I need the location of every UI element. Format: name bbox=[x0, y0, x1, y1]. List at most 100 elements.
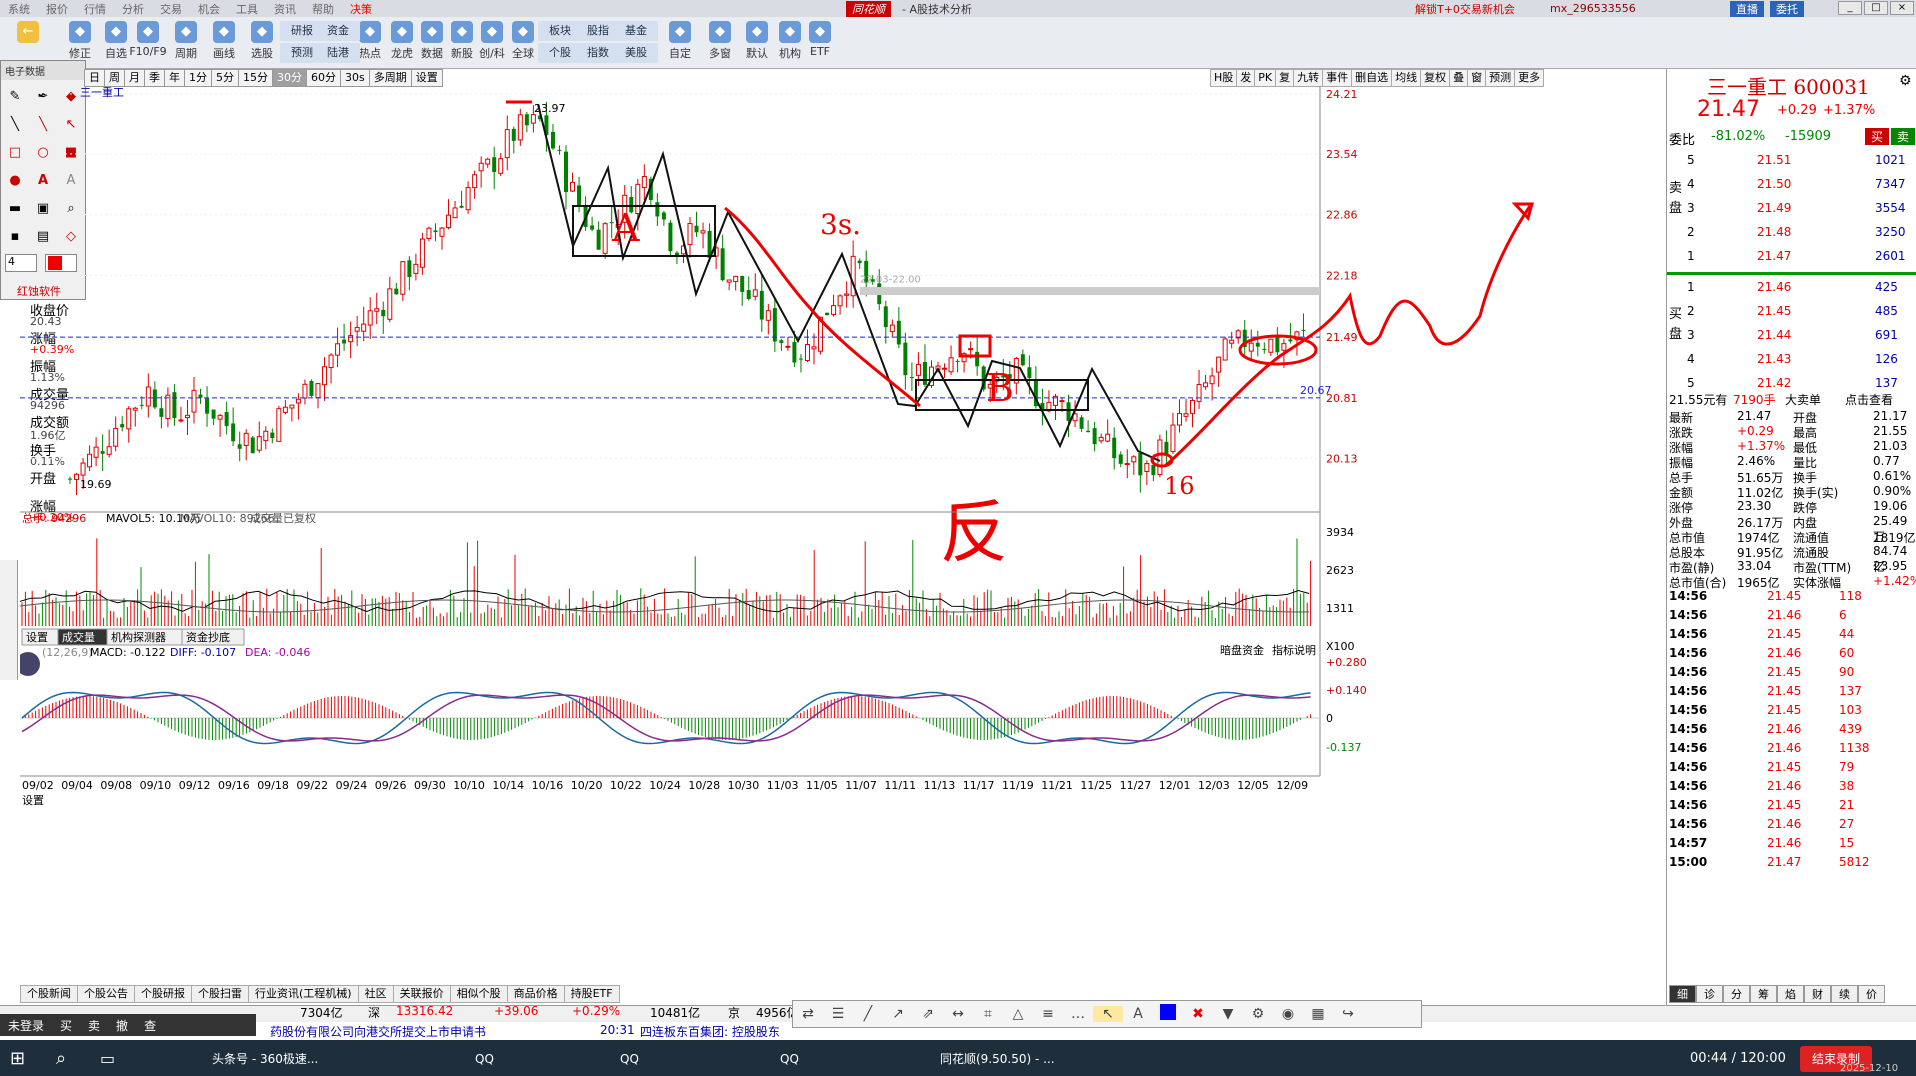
menu-item[interactable]: 工具 bbox=[228, 1, 266, 17]
trade-action[interactable]: 撤 bbox=[108, 1017, 136, 1034]
chart-tool-tab[interactable]: 更多 bbox=[1514, 69, 1545, 87]
eye-tool-icon[interactable]: ◉ bbox=[1273, 1006, 1303, 1022]
quote-tab[interactable]: 焰 bbox=[1777, 985, 1804, 1003]
menu-item[interactable]: 交易 bbox=[152, 1, 190, 17]
menu-item[interactable]: 资讯 bbox=[266, 1, 304, 17]
chart-tool-tab[interactable]: 九转 bbox=[1293, 69, 1324, 87]
news-headline[interactable]: 四连板东百集团: 控股股东 bbox=[640, 1023, 780, 1040]
trade-action[interactable]: 卖 bbox=[80, 1017, 108, 1034]
bid-price[interactable]: 21.43 bbox=[1757, 352, 1791, 366]
trust-button[interactable]: 委托 bbox=[1770, 1, 1804, 17]
bid-price[interactable]: 21.46 bbox=[1757, 280, 1791, 294]
period-tab[interactable]: 1分 bbox=[184, 69, 212, 87]
bottom-tab[interactable]: 社区 bbox=[357, 985, 394, 1003]
more-tool-icon[interactable]: … bbox=[1063, 1006, 1093, 1022]
kline-chart[interactable]: 24.2123.5422.8622.1821.4920.8120.13三一重工2… bbox=[20, 86, 1670, 986]
menu-item[interactable]: 行情 bbox=[76, 1, 114, 17]
search-icon[interactable]: ⌕ bbox=[56, 1046, 66, 1072]
settings-tab[interactable]: 设置 bbox=[22, 794, 44, 807]
maximize-button[interactable]: □ bbox=[1864, 1, 1888, 15]
period-tab[interactable]: 15分 bbox=[238, 69, 273, 87]
close-button[interactable]: × bbox=[1890, 1, 1914, 15]
bottom-tab[interactable]: 个股扫雷 bbox=[191, 985, 249, 1003]
line-tool-icon[interactable]: ╱ bbox=[853, 1006, 883, 1022]
period-tab[interactable]: 30s bbox=[340, 69, 370, 87]
chart-tool-tab[interactable]: 事件 bbox=[1322, 69, 1353, 87]
ask-price[interactable]: 21.49 bbox=[1757, 201, 1791, 215]
toolbar-pair[interactable]: 基金 美股 bbox=[614, 21, 658, 65]
period-tab[interactable]: 设置 bbox=[410, 69, 443, 87]
indicator-right-tab[interactable]: 指标说明 bbox=[1272, 643, 1316, 657]
bottom-tab[interactable]: 关联报价 bbox=[392, 985, 451, 1003]
chart-tool-tab[interactable]: 删自选 bbox=[1351, 69, 1393, 87]
taskbar-app[interactable]: 同花顺(9.50.50) - ... bbox=[940, 1046, 1055, 1072]
buy-button[interactable]: 买 bbox=[1865, 128, 1889, 145]
click-view-link[interactable]: 点击查看 bbox=[1845, 391, 1893, 408]
ask-price[interactable]: 21.50 bbox=[1757, 177, 1791, 191]
toolbar-button[interactable]: ◆ ETF bbox=[800, 19, 840, 67]
quote-tab[interactable]: 分 bbox=[1723, 985, 1750, 1003]
bottom-tab[interactable]: 持股ETF bbox=[563, 985, 620, 1003]
menu-item[interactable]: 报价 bbox=[38, 1, 76, 17]
toolbar-button[interactable]: ◆ 选股 bbox=[242, 19, 282, 67]
segment-tool-icon[interactable]: ⇗ bbox=[913, 1006, 943, 1022]
delete-tool-icon[interactable]: ✖ bbox=[1183, 1006, 1213, 1022]
menu-item[interactable]: 帮助 bbox=[304, 1, 342, 17]
chart-tool-tab[interactable]: 复权 bbox=[1420, 69, 1451, 87]
macd-toggle-icon[interactable] bbox=[20, 652, 40, 676]
bottom-tab[interactable]: 行业资讯(工程机械) bbox=[248, 985, 359, 1003]
grid-tool-icon[interactable]: ▦ bbox=[1303, 1006, 1333, 1022]
taskbar-app[interactable]: 头条号 - 360极速... bbox=[212, 1046, 318, 1072]
period-tab[interactable]: 季 bbox=[144, 69, 165, 87]
taskbar-app[interactable]: QQ bbox=[620, 1046, 639, 1072]
hline-tool-icon[interactable]: ↔ bbox=[943, 1006, 973, 1022]
live-button[interactable]: 直播 bbox=[1730, 1, 1764, 17]
cursor-tool-icon[interactable]: ↖ bbox=[1093, 1006, 1123, 1022]
indicator-tab[interactable]: 机构探测器 bbox=[111, 630, 166, 644]
gear-icon[interactable]: ⚙ bbox=[1899, 73, 1912, 89]
triangle-tool-icon[interactable]: △ bbox=[1003, 1006, 1033, 1022]
ray-tool-icon[interactable]: ↗ bbox=[883, 1006, 913, 1022]
menu-item[interactable]: 机会 bbox=[190, 1, 228, 17]
bid-price[interactable]: 21.42 bbox=[1757, 376, 1791, 390]
indicator-right-tab[interactable]: 暗盘资金 bbox=[1220, 643, 1264, 657]
mark-tool-icon[interactable]: ▼ bbox=[1213, 1006, 1243, 1022]
chart-tool-tab[interactable]: PK bbox=[1254, 69, 1277, 87]
windows-start-icon[interactable]: ⊞ bbox=[10, 1046, 25, 1072]
bid-price[interactable]: 21.44 bbox=[1757, 328, 1791, 342]
toolbar-pair-label[interactable]: 美股 bbox=[614, 43, 658, 63]
quote-tab[interactable]: 续 bbox=[1831, 985, 1858, 1003]
taskview-icon[interactable]: ▭ bbox=[100, 1046, 115, 1072]
taskbar-app[interactable]: QQ bbox=[475, 1046, 494, 1072]
menu-item[interactable]: 系统 bbox=[0, 1, 38, 17]
ask-price[interactable]: 21.48 bbox=[1757, 225, 1791, 239]
period-tab[interactable]: 60分 bbox=[306, 69, 341, 87]
toolbar-pair-label[interactable]: 资金 bbox=[316, 21, 360, 41]
toolbar-button[interactable]: ◆ 自定 bbox=[660, 19, 700, 67]
taskbar-app[interactable]: QQ bbox=[780, 1046, 799, 1072]
toolbar-button[interactable]: ◆ F10/F9 bbox=[128, 19, 168, 67]
toolbar-pair[interactable]: 资金 陆港 bbox=[316, 21, 360, 65]
trade-action[interactable]: 查 bbox=[136, 1017, 164, 1034]
menu-item[interactable]: 分析 bbox=[114, 1, 152, 17]
trade-action[interactable]: 买 bbox=[52, 1017, 80, 1034]
quote-tab[interactable]: 细 bbox=[1669, 985, 1696, 1003]
bottom-tab[interactable]: 相似个股 bbox=[449, 985, 508, 1003]
ask-price[interactable]: 21.51 bbox=[1757, 153, 1791, 167]
list-icon[interactable]: ☰ bbox=[823, 1006, 853, 1022]
promo-link[interactable]: 解锁T+0交易新机会 bbox=[1415, 1, 1515, 17]
period-tab[interactable]: 多周期 bbox=[368, 69, 412, 87]
settings-tool-icon[interactable]: ⚙ bbox=[1243, 1006, 1273, 1022]
chart-tool-tab[interactable]: 均线 bbox=[1391, 69, 1422, 87]
bottom-tab[interactable]: 个股公告 bbox=[77, 985, 135, 1003]
share-tool-icon[interactable]: ↪ bbox=[1333, 1006, 1363, 1022]
period-tab[interactable]: 周 bbox=[104, 69, 125, 87]
indicator-tab[interactable]: 设置 bbox=[26, 631, 48, 644]
chart-tool-tab[interactable]: 窗 bbox=[1467, 69, 1487, 87]
toolbar-pair-label[interactable]: 基金 bbox=[614, 21, 658, 41]
adjust-icon[interactable]: ⇄ bbox=[793, 1006, 823, 1022]
text-tool-icon[interactable]: A bbox=[1123, 1006, 1153, 1022]
quote-tab[interactable]: 价 bbox=[1858, 985, 1885, 1003]
period-tab[interactable]: 年 bbox=[164, 69, 185, 87]
minimize-button[interactable]: _ bbox=[1838, 1, 1862, 15]
